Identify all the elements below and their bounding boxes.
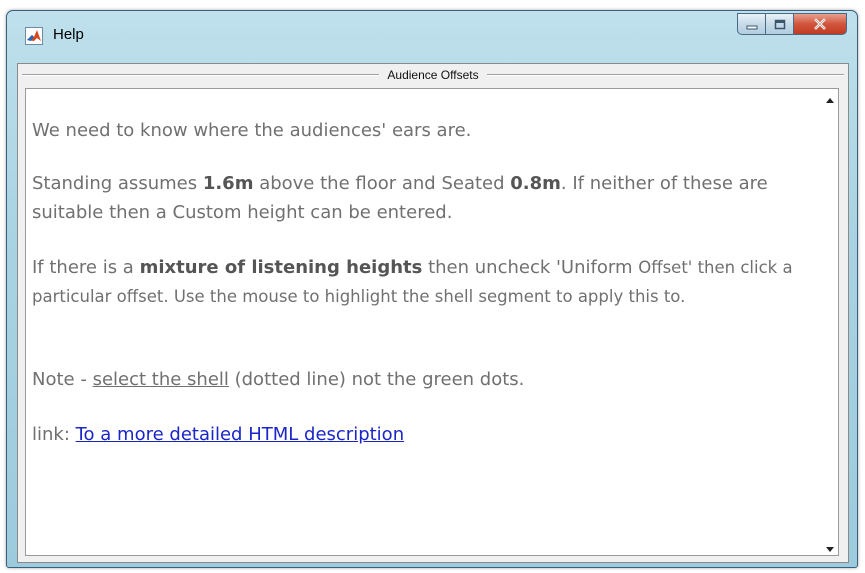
arrow-up-icon <box>825 89 834 107</box>
paragraph-link: link: To a more detailed HTML descriptio… <box>32 420 404 449</box>
window-title: Help <box>53 26 84 43</box>
help-window: Help Audience Offsets We need to know wh… <box>6 10 858 568</box>
close-icon <box>813 15 827 34</box>
arrow-down-icon <box>825 537 834 555</box>
p2-text-c: above the floor and Seated <box>253 173 511 194</box>
window-controls <box>737 13 847 35</box>
close-button[interactable] <box>793 13 847 35</box>
audience-offsets-panel: Audience Offsets We need to know where t… <box>17 63 849 563</box>
paragraph-note: Note - select the shell (dotted line) no… <box>32 365 524 394</box>
paragraph-heights: Standing assumes 1.6m above the floor an… <box>32 169 822 227</box>
p3-text-c: then uncheck 'Uniform <box>422 257 639 278</box>
html-description-link[interactable]: To a more detailed HTML description <box>76 424 404 445</box>
panel-title: Audience Offsets <box>18 68 848 82</box>
seated-height-value: 0.8m <box>510 173 561 194</box>
paragraph-mixture: If there is a mixture of listening heigh… <box>32 253 822 311</box>
title-bar[interactable]: Help <box>7 11 857 59</box>
p4-text-c: (dotted line) not the green dots. <box>228 369 525 390</box>
matlab-app-icon <box>25 27 43 45</box>
panel-title-row: Audience Offsets <box>18 64 848 86</box>
panel-title-text: Audience Offsets <box>379 68 487 82</box>
minimize-icon <box>746 15 758 34</box>
p3-text-a: If there is a <box>32 257 140 278</box>
maximize-button[interactable] <box>765 13 793 35</box>
scroll-up-button[interactable] <box>821 89 838 106</box>
link-prefix: link: <box>32 424 76 445</box>
paragraph-ears-text: We need to know where the audiences' ear… <box>32 120 472 141</box>
help-content-area[interactable]: We need to know where the audiences' ear… <box>25 88 839 556</box>
minimize-button[interactable] <box>737 13 765 35</box>
paragraph-ears: We need to know where the audiences' ear… <box>32 116 471 145</box>
mixture-phrase: mixture of listening heights <box>139 257 423 278</box>
standing-height-value: 1.6m <box>202 173 254 194</box>
select-shell-phrase: select the shell <box>92 369 229 390</box>
p4-text-a: Note - <box>32 369 93 390</box>
p2-text-a: Standing assumes <box>32 173 203 194</box>
vertical-scrollbar[interactable] <box>821 89 838 555</box>
scroll-down-button[interactable] <box>821 538 838 555</box>
maximize-icon <box>774 15 786 34</box>
